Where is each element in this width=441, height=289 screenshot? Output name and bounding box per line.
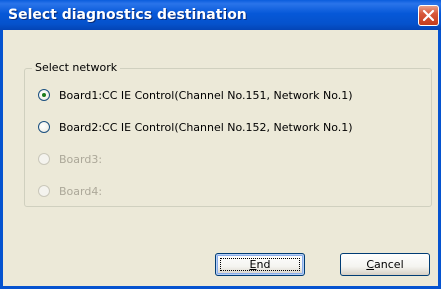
- radio-board2[interactable]: Board2:CC IE Control(Channel No.152, Net…: [38, 119, 353, 135]
- end-button[interactable]: End: [215, 253, 305, 276]
- radio-button-icon[interactable]: [38, 121, 50, 133]
- radio-board1-label: Board1:CC IE Control(Channel No.151, Net…: [59, 88, 353, 102]
- radio-button-disabled-icon: [38, 185, 50, 197]
- window-title: Select diagnostics destination: [8, 7, 247, 23]
- dialog-window: Select diagnostics destination Select ne…: [0, 0, 441, 289]
- cancel-button-label: Cancel: [366, 258, 404, 271]
- title-bar[interactable]: Select diagnostics destination: [0, 0, 441, 30]
- radio-button-checked-icon[interactable]: [38, 89, 50, 101]
- radio-button-disabled-icon: [38, 153, 50, 165]
- radio-board3: Board3:: [38, 151, 102, 167]
- radio-board2-label: Board2:CC IE Control(Channel No.152, Net…: [59, 120, 353, 134]
- radio-board1[interactable]: Board1:CC IE Control(Channel No.151, Net…: [38, 87, 353, 103]
- focus-ring: [220, 258, 300, 271]
- cancel-button[interactable]: Cancel: [340, 253, 430, 276]
- close-button[interactable]: [418, 5, 439, 26]
- group-title: Select network: [32, 61, 121, 74]
- close-icon: [422, 9, 435, 22]
- radio-board4-label: Board4:: [59, 184, 103, 198]
- radio-board4: Board4:: [38, 183, 102, 199]
- window-frame-left: [0, 30, 3, 289]
- radio-board3-label: Board3:: [59, 152, 103, 166]
